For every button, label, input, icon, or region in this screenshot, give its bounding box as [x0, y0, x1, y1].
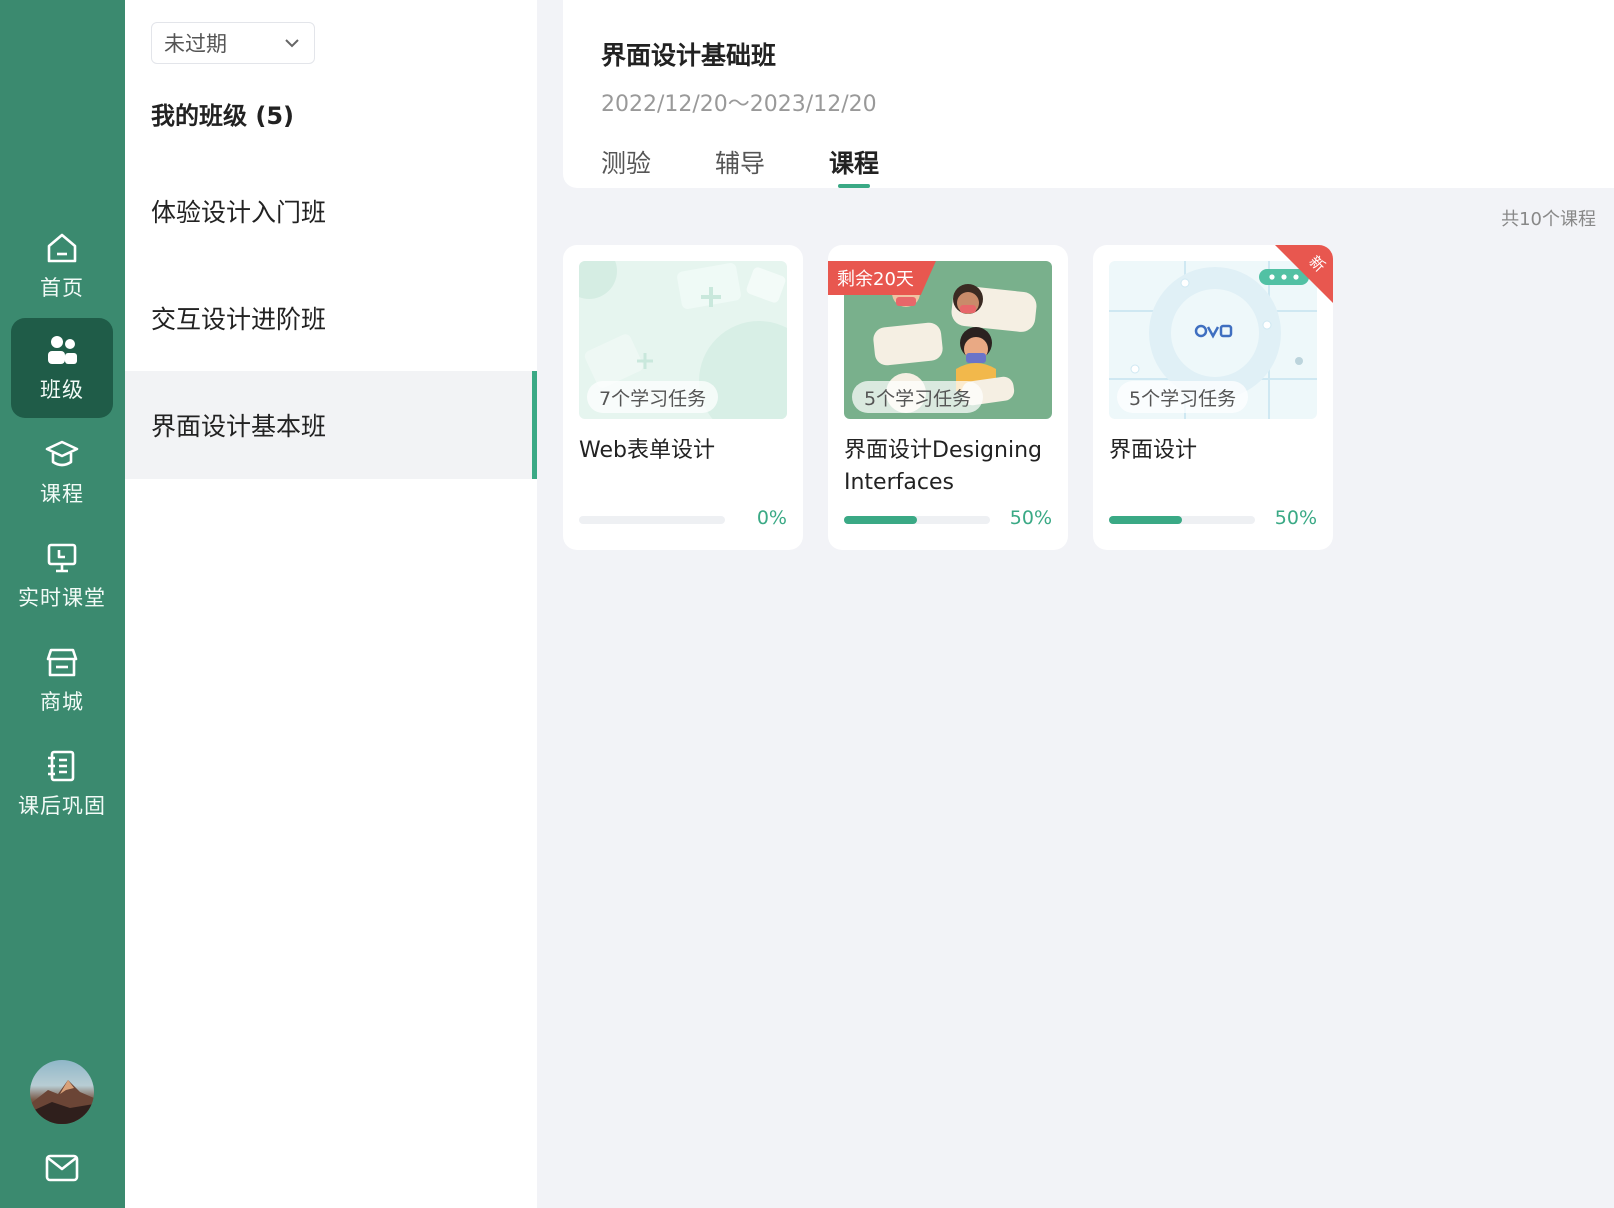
nav-item-review[interactable]: 课后巩固: [11, 734, 113, 834]
task-count-pill: 5个学习任务: [852, 381, 984, 413]
tab-quiz[interactable]: 测验: [601, 144, 651, 180]
avatar[interactable]: [30, 1060, 94, 1124]
course-name: 界面设计Designing Interfaces: [844, 438, 1042, 495]
mail-icon[interactable]: [44, 1152, 80, 1184]
course-card[interactable]: 5个学习任务 新 界面设计 50%: [1093, 245, 1333, 550]
progress-fill: [1109, 516, 1182, 524]
class-title: 界面设计基础班: [601, 41, 777, 70]
expiry-filter-select[interactable]: 未过期: [151, 22, 315, 64]
course-name: Web表单设计: [579, 438, 715, 463]
nav-item-store[interactable]: 商城: [11, 630, 113, 730]
new-corner-tag: 新: [1275, 245, 1333, 303]
days-remaining-badge: 剩余20天: [828, 261, 936, 295]
progress-fill: [844, 516, 917, 524]
class-header: 界面设计基础班 2022/12/20～2023/12/20 测验 辅导 课程: [563, 0, 1614, 188]
presentation-icon: [47, 543, 77, 573]
nav-item-home[interactable]: 首页: [11, 216, 113, 316]
progress-bar: [844, 516, 990, 524]
home-icon: [47, 233, 77, 263]
tab-courses[interactable]: 课程: [829, 144, 879, 180]
class-list-item[interactable]: 交互设计进阶班: [125, 264, 537, 372]
progress-percent: 50%: [1274, 507, 1317, 529]
class-list-item-active[interactable]: 界面设计基本班: [125, 371, 537, 479]
filter-value: 未过期: [164, 32, 227, 56]
progress-percent: 50%: [1009, 507, 1052, 529]
chevron-down-icon: [285, 39, 299, 48]
tab-tutoring[interactable]: 辅导: [715, 144, 765, 180]
progress-bar: [1109, 516, 1255, 524]
notebook-icon: [48, 750, 75, 782]
course-thumbnail: 7个学习任务: [579, 261, 787, 419]
nav-item-courses[interactable]: 课程: [11, 422, 113, 522]
course-card[interactable]: 5个学习任务 剩余20天 界面设计Designing Interfaces 50…: [828, 245, 1068, 550]
nav-item-classes[interactable]: 班级: [11, 318, 113, 418]
nav-label: 实时课堂: [18, 586, 106, 610]
class-list-panel: 未过期 我的班级 (5) 体验设计入门班 交互设计进阶班 界面设计基本班: [125, 0, 537, 1208]
active-tab-indicator: [838, 184, 870, 188]
task-count-pill: 7个学习任务: [587, 381, 719, 413]
nav-label: 商城: [40, 690, 84, 714]
course-card[interactable]: 7个学习任务 Web表单设计 0%: [563, 245, 803, 550]
progress-percent: 0%: [756, 507, 787, 529]
nav-rail: 首页 班级 课程 实时课堂 商城 课后巩固: [0, 0, 125, 1208]
graduation-cap-icon: [45, 440, 79, 467]
nav-label: 课程: [40, 482, 84, 506]
nav-label: 课后巩固: [18, 794, 106, 818]
progress-bar: [579, 516, 725, 524]
class-list-item[interactable]: 体验设计入门班: [125, 157, 537, 265]
task-count-pill: 5个学习任务: [1117, 381, 1249, 413]
store-icon: [46, 648, 78, 677]
nav-label: 首页: [40, 276, 84, 300]
class-date-range: 2022/12/20～2023/12/20: [601, 92, 877, 117]
course-name: 界面设计: [1109, 438, 1198, 463]
nav-label: 班级: [40, 378, 84, 402]
nav-item-live-class[interactable]: 实时课堂: [11, 526, 113, 626]
my-classes-heading: 我的班级 (5): [151, 102, 294, 130]
course-total-count: 共10个课程: [1501, 209, 1596, 230]
users-icon: [48, 336, 77, 364]
